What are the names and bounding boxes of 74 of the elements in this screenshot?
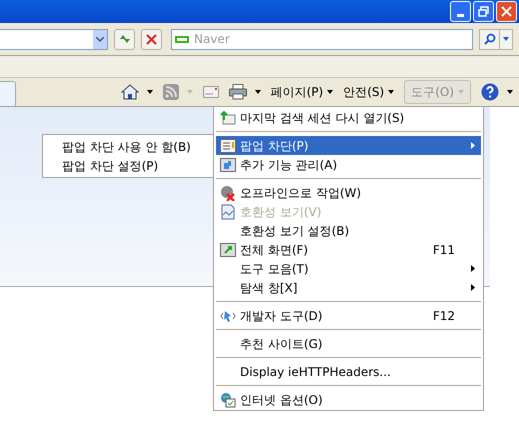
stop-button[interactable] xyxy=(141,28,162,50)
submenu-item[interactable]: 팝업 차단 설정(P) xyxy=(43,156,213,175)
menu-item[interactable]: 도구 모음(T) xyxy=(216,259,481,278)
menu-item-label: 개발자 도구(D) xyxy=(240,308,324,324)
menu-item[interactable]: 전체 화면(F) F11 xyxy=(216,240,481,259)
caret-icon xyxy=(458,90,464,94)
menu-item[interactable]: 추가 기능 관리(A) xyxy=(216,155,481,174)
blocked-window-icon xyxy=(220,138,236,152)
caret-icon xyxy=(254,90,261,94)
toolbar-menu-button[interactable]: 페이지(P) xyxy=(270,80,334,104)
refresh-button[interactable] xyxy=(114,28,135,50)
caret-icon xyxy=(388,90,394,94)
search-icon xyxy=(484,33,496,45)
mail-icon xyxy=(202,86,219,98)
menu-item[interactable]: 개발자 도구(D) F12 xyxy=(216,306,481,325)
menu-item-label: 오프라인으로 작업(W) xyxy=(240,184,362,202)
search-provider-icon xyxy=(175,36,189,42)
search-button[interactable] xyxy=(479,28,500,50)
broken-page-icon xyxy=(221,204,235,220)
menu-item[interactable]: 추천 사이트(G) xyxy=(216,334,481,353)
chevron-down-icon xyxy=(96,36,104,42)
printer-icon xyxy=(228,84,247,100)
dropdown-button[interactable] xyxy=(93,30,107,48)
menu-item[interactable]: 오프라인으로 작업(W) xyxy=(216,183,481,202)
caret-icon xyxy=(503,37,509,41)
menu-item[interactable]: Display ieHTTPHeaders... xyxy=(216,362,481,381)
caret-icon xyxy=(327,90,334,94)
toolbar-button[interactable] xyxy=(481,83,513,101)
menu-item[interactable]: 탐색 창[X] xyxy=(216,278,481,297)
menu-item-label: 전체 화면(F) xyxy=(240,242,310,258)
menu-item-label: Display ieHTTPHeaders... xyxy=(240,364,392,380)
caret-icon xyxy=(186,90,193,94)
menu-item[interactable]: 호환성 보기 설정(B) xyxy=(216,221,481,240)
menu-item-label: 탐색 창[X] xyxy=(240,280,298,296)
close-icon xyxy=(501,6,512,17)
pointer-brackets-icon xyxy=(220,310,236,322)
search-options-button[interactable] xyxy=(500,28,513,50)
submenu-arrow-icon xyxy=(471,142,475,149)
menu-item[interactable]: 팝업 차단(P) xyxy=(216,136,481,155)
menu-item-label: 추가 기능 관리(A) xyxy=(240,156,338,174)
shortcut-label: F11 xyxy=(432,242,455,258)
search-field[interactable]: Naver xyxy=(171,28,473,50)
toolbar-button[interactable] xyxy=(228,84,261,100)
toolbar-menu-button[interactable]: 안전(S) xyxy=(343,80,394,104)
restore-button[interactable] xyxy=(473,1,494,22)
caret-icon xyxy=(146,90,153,94)
fullscreen-icon xyxy=(220,242,236,256)
restore-icon xyxy=(478,6,489,17)
submenu-arrow-icon xyxy=(471,265,475,272)
menu-item-label: 추천 사이트(G) xyxy=(240,336,324,352)
menu-item-label: 마지막 검색 세션 다시 열기(S) xyxy=(240,110,406,126)
feed-icon xyxy=(162,84,179,100)
refresh-arrows-icon xyxy=(118,33,132,45)
minimize-button[interactable] xyxy=(450,1,471,22)
menu-item-label: 팝업 차단(P) xyxy=(240,138,310,154)
caret-icon xyxy=(507,90,513,94)
menu-item-label: 도구 모음(T) xyxy=(240,260,310,278)
shortcut-label: F12 xyxy=(432,308,455,324)
menu-item[interactable]: 인터넷 옵션(O) xyxy=(216,390,481,409)
folder-arrow-icon xyxy=(220,110,236,126)
close-button[interactable] xyxy=(496,1,517,22)
home-icon xyxy=(120,83,139,101)
globe-cross-icon xyxy=(220,184,236,200)
submenu-item[interactable]: 팝업 차단 사용 안 함(B) xyxy=(43,137,213,156)
globe-checklist-icon xyxy=(220,392,236,408)
stop-icon xyxy=(146,34,157,44)
menu-item-label: 호환성 보기(V) xyxy=(240,204,322,220)
menu-item[interactable]: 마지막 검색 세션 다시 열기(S) xyxy=(216,108,481,127)
menu-item-label: 호환성 보기 설정(B) xyxy=(240,222,350,240)
submenu-arrow-icon xyxy=(471,284,475,291)
address-field[interactable] xyxy=(0,28,108,50)
menu-item-label: 인터넷 옵션(O) xyxy=(240,392,324,408)
help-icon xyxy=(481,83,499,101)
toolbar-button[interactable] xyxy=(120,83,153,101)
